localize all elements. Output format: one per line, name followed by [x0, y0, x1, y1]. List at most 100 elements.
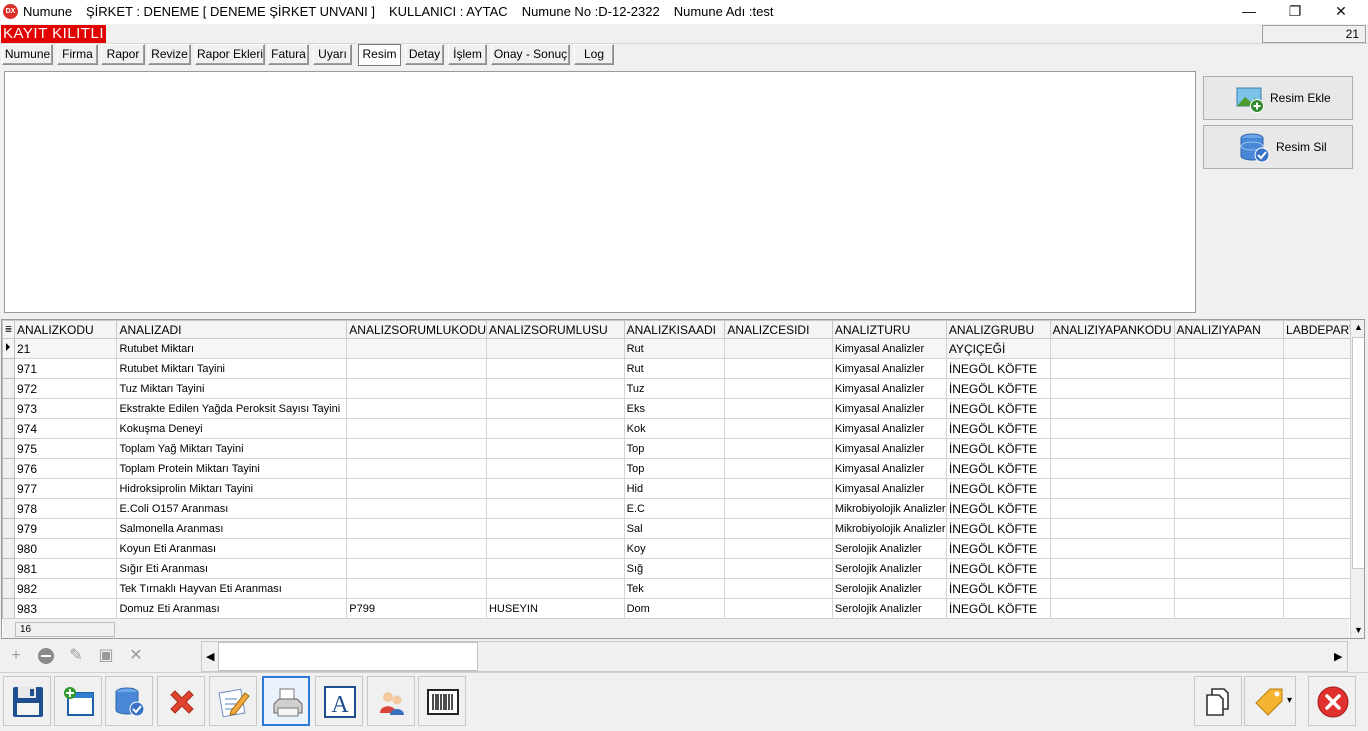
cell-analizsorumlusu[interactable]	[485, 418, 625, 439]
cell-analiziyapankodu[interactable]	[1049, 338, 1175, 359]
cell-analizsorumlukodu[interactable]	[346, 558, 487, 579]
cell-analizadi[interactable]: Rutubet Miktarı	[116, 338, 348, 359]
cell-analizsorumlukodu[interactable]	[346, 338, 487, 359]
cell-analiziyapankodu[interactable]	[1049, 518, 1175, 539]
close-button[interactable]	[1308, 676, 1356, 726]
nav-cancel-icon[interactable]: ✕	[127, 647, 145, 665]
cell-analizsorumlukodu[interactable]	[346, 538, 487, 559]
cell-analizturu[interactable]: Serolojik Analizler	[831, 598, 947, 619]
cell-analizturu[interactable]: Kimyasal Analizler	[831, 438, 947, 459]
cell-analizadi[interactable]: Tek Tırnaklı Hayvan Eti Aranması	[116, 578, 348, 599]
cell-analizkisaadi[interactable]: Eks	[623, 398, 726, 419]
vertical-scrollbar[interactable]: ▲ ▼	[1350, 320, 1364, 638]
cell-analiziyapankodu[interactable]	[1049, 358, 1175, 379]
users-button[interactable]	[367, 676, 415, 726]
cell-analizkodu[interactable]: 974	[13, 418, 118, 439]
table-row[interactable]: 981 Sığır Eti Aranması Sığ Serolojik Analiz…	[2, 558, 1364, 579]
delete-record-button[interactable]	[105, 676, 153, 726]
image-preview-area[interactable]	[4, 71, 1196, 313]
column-header-analiziyapan[interactable]: ANALIZIYAPAN	[1173, 320, 1285, 339]
table-row[interactable]: 980 Koyun Eti Aranması Koy Serolojik Analiz…	[2, 538, 1364, 559]
cell-analizkodu[interactable]: 21	[13, 338, 118, 359]
tab-revize[interactable]: Revize	[148, 44, 191, 65]
cell-analizcesidi[interactable]	[724, 598, 833, 619]
new-window-button[interactable]	[54, 676, 102, 726]
cell-analizkodu[interactable]: 977	[13, 478, 118, 499]
cell-analizadi[interactable]: Sığır Eti Aranması	[116, 558, 348, 579]
cell-analiziyapankodu[interactable]	[1049, 558, 1175, 579]
table-row[interactable]: 976 Toplam Protein Miktarı Tayini Top Kimya…	[2, 458, 1364, 479]
table-row[interactable]: 972 Tuz Miktarı Tayini Tuz Kimyasal Analizl…	[2, 378, 1364, 399]
add-image-button[interactable]: Resim Ekle	[1203, 76, 1353, 120]
cell-analizsorumlukodu[interactable]	[346, 398, 487, 419]
text-button[interactable]: A	[315, 676, 363, 726]
tab-fatura[interactable]: Fatura	[268, 44, 309, 65]
cell-analizsorumlusu[interactable]	[485, 458, 625, 479]
cell-analizcesidi[interactable]	[724, 338, 833, 359]
cell-analizgrubu[interactable]: İNEGÖL KÖFTE	[945, 498, 1051, 519]
table-row[interactable]: 973 Ekstrakte Edilen Yağda Peroksit Sayıs…	[2, 398, 1364, 419]
analysis-grid[interactable]: ≣ ANALIZKODU ANALIZADI ANALIZSORUMLUKODU AN…	[1, 319, 1365, 639]
cell-analiziyapankodu[interactable]	[1049, 398, 1175, 419]
cell-analizadi[interactable]: Koyun Eti Aranması	[116, 538, 348, 559]
tab-firma[interactable]: Firma	[57, 44, 98, 65]
cell-analizadi[interactable]: Rutubet Miktarı Tayini	[116, 358, 348, 379]
cell-analizgrubu[interactable]: İNEGÖL KÖFTE	[945, 518, 1051, 539]
cell-analiziyapan[interactable]	[1173, 358, 1285, 379]
copy-button[interactable]	[1194, 676, 1242, 726]
cell-analiziyapan[interactable]	[1173, 458, 1285, 479]
cell-analizcesidi[interactable]	[724, 498, 833, 519]
cell-analizsorumlukodu[interactable]	[346, 378, 487, 399]
row-indicator[interactable]	[2, 398, 15, 419]
cell-analiziyapankodu[interactable]	[1049, 378, 1175, 399]
row-indicator-header[interactable]: ≣	[2, 320, 15, 339]
cell-analiziyapan[interactable]	[1173, 498, 1285, 519]
row-indicator[interactable]	[2, 358, 15, 379]
cell-analizturu[interactable]: Kimyasal Analizler	[831, 398, 947, 419]
cell-analizadi[interactable]: Toplam Yağ Miktarı Tayini	[116, 438, 348, 459]
tab-rapor-ekleri[interactable]: Rapor Ekleri	[195, 44, 265, 65]
cell-analiziyapankodu[interactable]	[1049, 418, 1175, 439]
cell-analizsorumlusu[interactable]	[485, 578, 625, 599]
cell-analizcesidi[interactable]	[724, 538, 833, 559]
cell-analizcesidi[interactable]	[724, 478, 833, 499]
cell-analizgrubu[interactable]: İNEGÖL KÖFTE	[945, 358, 1051, 379]
nav-save-icon[interactable]: ▣	[97, 647, 115, 665]
table-row[interactable]: 975 Toplam Yağ Miktarı Tayini Top Kimyasal …	[2, 438, 1364, 459]
cell-analizkisaadi[interactable]: Rut	[623, 358, 726, 379]
row-indicator[interactable]	[2, 558, 15, 579]
row-indicator[interactable]	[2, 418, 15, 439]
print-button[interactable]	[262, 676, 310, 726]
cell-analizkisaadi[interactable]: Sal	[623, 518, 726, 539]
cell-analizkisaadi[interactable]: Kok	[623, 418, 726, 439]
column-header-analizkodu[interactable]: ANALIZKODU	[13, 320, 118, 339]
cell-analizkodu[interactable]: 978	[13, 498, 118, 519]
cell-analiziyapan[interactable]	[1173, 478, 1285, 499]
cell-analizsorumlusu[interactable]: HUSEYIN	[485, 598, 625, 619]
cell-analiziyapan[interactable]	[1173, 518, 1285, 539]
cell-analiziyapankodu[interactable]	[1049, 538, 1175, 559]
cell-analiziyapankodu[interactable]	[1049, 498, 1175, 519]
cell-analizturu[interactable]: Kimyasal Analizler	[831, 478, 947, 499]
cell-analizsorumlusu[interactable]	[485, 358, 625, 379]
cell-analizcesidi[interactable]	[724, 578, 833, 599]
nav-edit-icon[interactable]: ✎	[67, 647, 85, 665]
tab-i-şlem[interactable]: İşlem	[448, 44, 487, 65]
cell-analizkodu[interactable]: 983	[13, 598, 118, 619]
column-header-analiziyapankodu[interactable]: ANALIZIYAPANKODU	[1049, 320, 1175, 339]
cell-analiziyapan[interactable]	[1173, 578, 1285, 599]
cell-analizcesidi[interactable]	[724, 518, 833, 539]
row-indicator[interactable]	[2, 598, 15, 619]
cell-analiziyapan[interactable]	[1173, 438, 1285, 459]
row-indicator[interactable]	[2, 518, 15, 539]
row-indicator[interactable]	[2, 458, 15, 479]
cell-analizkodu[interactable]: 973	[13, 398, 118, 419]
cell-analiziyapankodu[interactable]	[1049, 478, 1175, 499]
cell-analizkisaadi[interactable]: Hid	[623, 478, 726, 499]
row-indicator[interactable]	[2, 378, 15, 399]
table-row[interactable]: 982 Tek Tırnaklı Hayvan Eti Aranması Tek Se…	[2, 578, 1364, 599]
column-header-analizsorumlusu[interactable]: ANALIZSORUMLUSU	[485, 320, 625, 339]
cell-analizkodu[interactable]: 979	[13, 518, 118, 539]
cell-analiziyapan[interactable]	[1173, 378, 1285, 399]
cell-analizkodu[interactable]: 971	[13, 358, 118, 379]
